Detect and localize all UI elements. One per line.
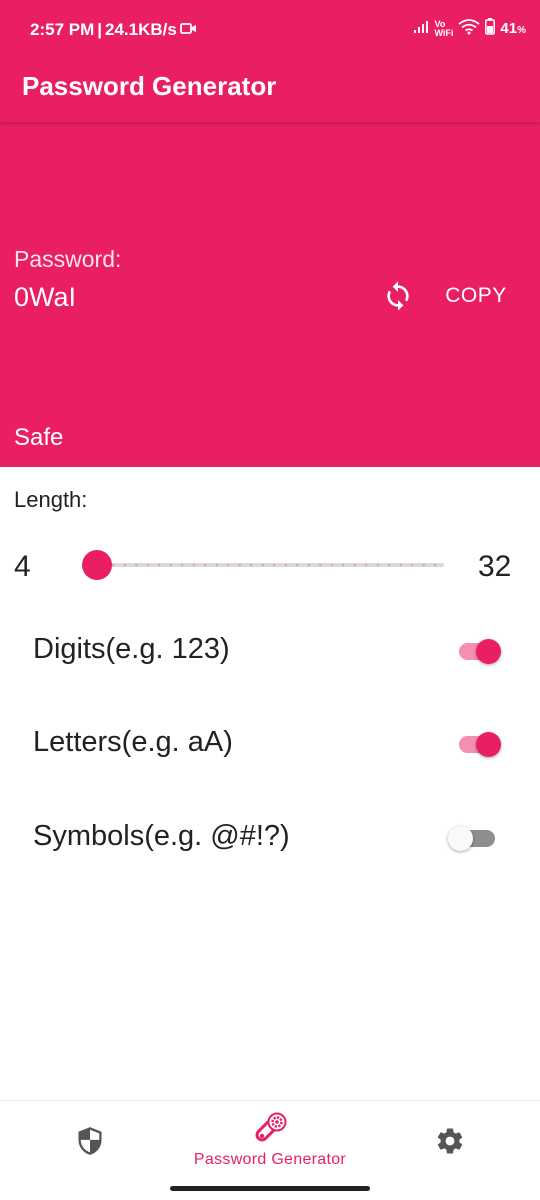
nav-item-password-generator[interactable]: Password Generator bbox=[170, 1101, 370, 1181]
battery-percent: 41 bbox=[500, 20, 518, 37]
shield-icon bbox=[76, 1126, 104, 1161]
password-strength: Safe bbox=[14, 424, 64, 451]
option-digits[interactable]: Digits(e.g. 123) bbox=[0, 620, 540, 680]
status-speed: 24.1KB/s bbox=[105, 20, 177, 39]
battery-level: 41% bbox=[500, 20, 526, 37]
status-separator: | bbox=[97, 20, 103, 39]
video-call-icon bbox=[179, 20, 197, 40]
option-letters[interactable]: Letters(e.g. aA) bbox=[0, 713, 540, 773]
switch-thumb bbox=[448, 826, 473, 851]
digits-switch[interactable] bbox=[456, 639, 504, 664]
symbols-label: Symbols(e.g. @#!?) bbox=[33, 820, 290, 852]
switch-thumb bbox=[476, 639, 501, 664]
length-slider[interactable] bbox=[82, 548, 446, 582]
battery-icon bbox=[485, 18, 496, 39]
length-label: Length: bbox=[14, 487, 88, 512]
slider-ticks bbox=[96, 564, 442, 566]
gear-icon bbox=[435, 1126, 465, 1161]
password-value: 0WaI bbox=[14, 282, 77, 312]
slider-thumb[interactable] bbox=[82, 550, 112, 580]
length-max: 32 bbox=[478, 550, 512, 583]
switch-thumb bbox=[476, 732, 501, 757]
password-label: Password: bbox=[14, 246, 122, 272]
option-symbols[interactable]: Symbols(e.g. @#!?) bbox=[0, 807, 540, 867]
status-time: 2:57 PM bbox=[30, 20, 95, 39]
copy-button[interactable]: COPY bbox=[435, 270, 517, 322]
length-min: 4 bbox=[14, 550, 31, 583]
signal-icon bbox=[413, 20, 429, 38]
digits-label: Digits(e.g. 123) bbox=[33, 633, 230, 665]
letters-label: Letters(e.g. aA) bbox=[33, 726, 233, 758]
app-title: Password Generator bbox=[22, 71, 277, 101]
app-bar: Password Generator bbox=[0, 60, 540, 122]
status-right: Vo WiFi 41% bbox=[413, 18, 526, 39]
password-generator-icon bbox=[253, 1111, 289, 1152]
nav-item-settings[interactable] bbox=[400, 1101, 500, 1181]
status-bar: 2:57 PM | 24.1KB/s Vo WiFi 41% bbox=[0, 0, 540, 60]
status-left: 2:57 PM | 24.1KB/s bbox=[30, 20, 197, 40]
vowifi-bottom-text: WiFi bbox=[434, 27, 454, 38]
symbols-switch[interactable] bbox=[448, 826, 504, 851]
home-indicator[interactable] bbox=[170, 1186, 370, 1191]
letters-switch[interactable] bbox=[456, 732, 504, 757]
refresh-icon[interactable] bbox=[382, 280, 414, 312]
battery-unit: % bbox=[517, 25, 526, 36]
nav-item-security[interactable] bbox=[40, 1101, 140, 1181]
wifi-icon bbox=[458, 18, 480, 39]
nav-label-password-generator: Password Generator bbox=[193, 1151, 347, 1168]
bottom-navigation: Password Generator bbox=[0, 1100, 540, 1200]
vowifi-indicator: Vo WiFi bbox=[434, 19, 454, 38]
